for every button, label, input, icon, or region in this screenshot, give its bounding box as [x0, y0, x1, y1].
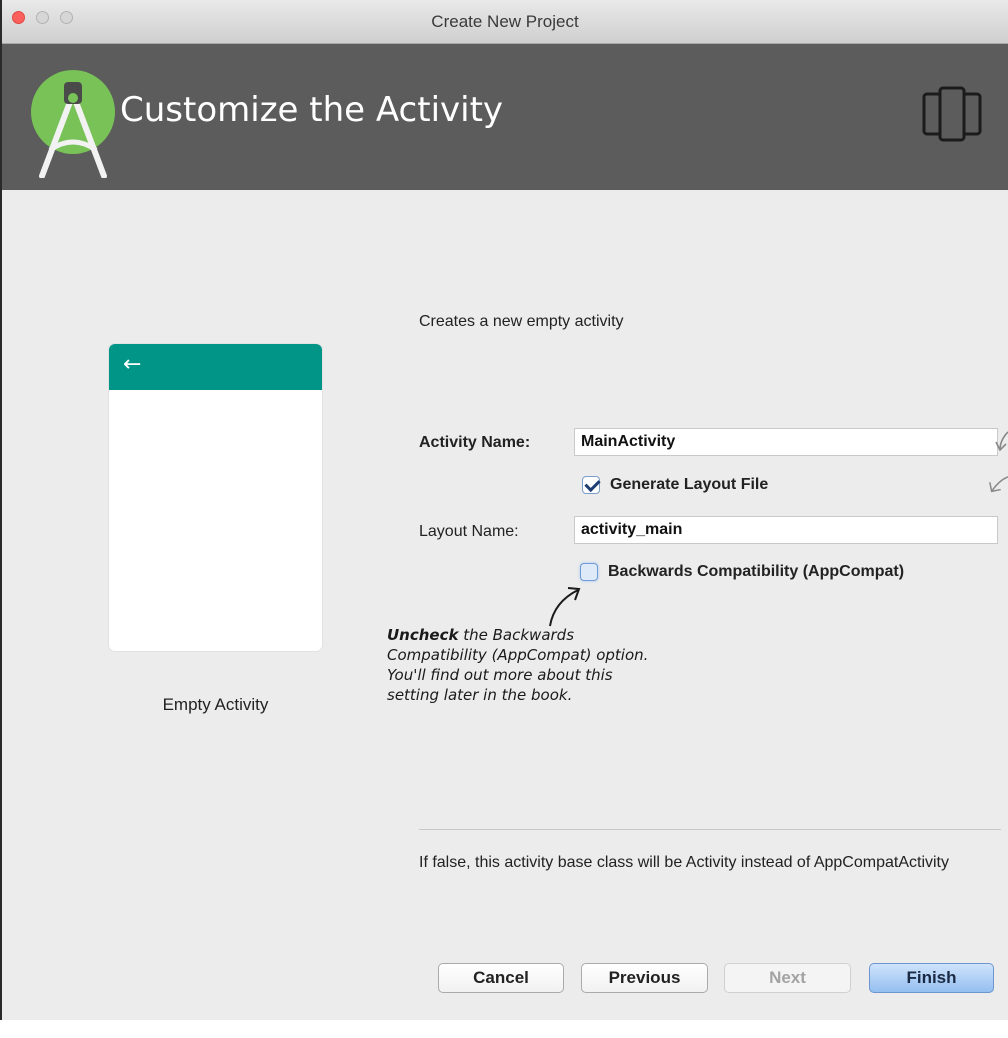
annotation-line-2: Compatibility (AppCompat) option. [387, 646, 649, 664]
edge-arrow-icon [995, 431, 1008, 452]
cancel-button[interactable]: Cancel [438, 963, 564, 993]
section-divider [419, 829, 1001, 830]
help-text: If false, this activity base class will … [419, 854, 949, 871]
create-project-window: Create New Project Customize the Activit… [0, 0, 1008, 1020]
annotation-arrow-icon [549, 587, 581, 627]
annotation-strong-word: Uncheck [387, 626, 459, 644]
activity-name-label: Activity Name: [419, 434, 531, 451]
activity-name-input[interactable] [574, 428, 998, 456]
finish-button[interactable]: Finish [869, 963, 994, 993]
edge-arrow-icon [989, 476, 1008, 493]
template-preview: ← [109, 344, 322, 651]
checkbox-checked-icon[interactable] [582, 476, 600, 494]
device-layout-icon [922, 86, 982, 142]
wizard-header: Customize the Activity [2, 44, 1008, 190]
android-studio-logo-icon [31, 70, 115, 178]
template-description: Creates a new empty activity [419, 313, 624, 330]
template-name: Empty Activity [162, 695, 269, 714]
annotation-line-3: You'll find out more about this [387, 666, 613, 684]
page-title: Customize the Activity [120, 90, 504, 130]
handwritten-annotation: Uncheck the Backwards Compatibility (App… [387, 625, 787, 705]
preview-app-bar: ← [109, 344, 322, 390]
backwards-compat-label: Backwards Compatibility (AppCompat) [608, 563, 905, 580]
generate-layout-label: Generate Layout File [610, 476, 769, 493]
backwards-compat-checkbox[interactable]: Backwards Compatibility (AppCompat) [580, 563, 904, 581]
layout-name-label: Layout Name: [419, 523, 519, 540]
generate-layout-checkbox[interactable]: Generate Layout File [582, 476, 768, 494]
page-margin [0, 1020, 1008, 1038]
previous-button[interactable]: Previous [581, 963, 708, 993]
checkbox-unchecked-icon[interactable] [580, 563, 598, 581]
next-button[interactable]: Next [724, 963, 851, 993]
layout-name-input[interactable] [574, 516, 998, 544]
window-title: Create New Project [431, 12, 579, 31]
annotation-line-4: setting later in the book. [387, 686, 573, 704]
annotation-line-1: the Backwards [458, 626, 575, 644]
title-bar: Create New Project [2, 0, 1008, 44]
back-arrow-icon: ← [123, 352, 142, 377]
